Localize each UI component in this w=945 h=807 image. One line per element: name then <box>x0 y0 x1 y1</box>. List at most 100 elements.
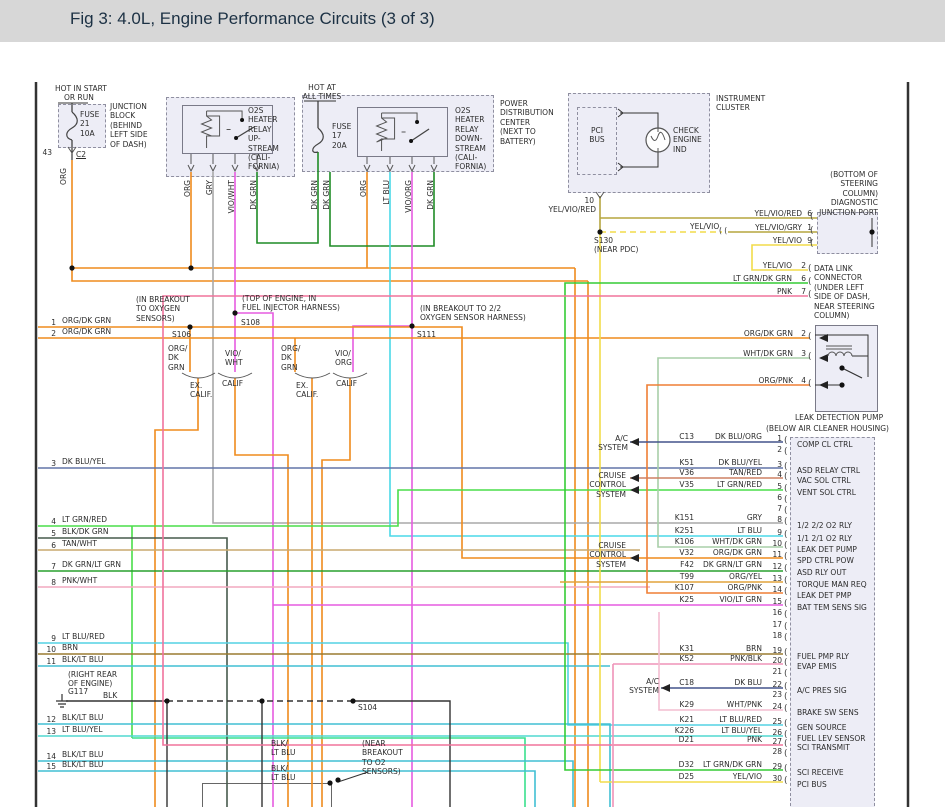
dlc-row-pin-number: 6 <box>801 274 806 283</box>
label: O2S HEATER RELAY DOWN- STREAM (CALI- FOR… <box>455 106 487 172</box>
left-row-number: 5 <box>51 529 56 538</box>
ground-icon <box>56 694 68 708</box>
ldp-row-wire-color: ORG/PNK <box>758 376 793 385</box>
label: DK GRN <box>426 180 435 210</box>
pin-bump-icon: ( <box>808 379 812 389</box>
pcm-circuit-code: D32 <box>678 760 694 769</box>
left-row-number: 6 <box>51 541 56 550</box>
pin-bump-icon: ( <box>784 472 788 482</box>
pin-bump-icon: ( <box>808 264 812 274</box>
brace <box>332 372 368 379</box>
label: CALIF <box>222 379 244 388</box>
pcm-circuit-code: K226 <box>674 726 694 735</box>
label: BLK/ LT BLU <box>271 764 296 783</box>
label: DK GRN <box>322 180 331 210</box>
label: FUSE 17 20A <box>332 122 352 150</box>
pcm-pin-number: 14 <box>772 585 782 594</box>
label: S108 <box>241 318 261 327</box>
pcm-wire-color: PNK/BLK <box>730 654 762 663</box>
left-row-wire-label: PNK/WHT <box>62 576 98 585</box>
pcm-circuit-code: K52 <box>679 654 694 663</box>
pcm-circuit-code: K21 <box>679 715 694 724</box>
pcm-function-label: BAT TEM SENS SIG <box>797 603 867 612</box>
pcm-pin-number: 1 <box>777 434 782 443</box>
wire <box>841 367 863 379</box>
label: VIO/WHT <box>227 180 236 214</box>
left-row-wire-label: BLK/LT BLU <box>62 713 104 722</box>
wire <box>38 760 574 807</box>
wire <box>352 325 412 372</box>
left-row-wire-label: ORG/DK GRN <box>62 316 112 325</box>
brace <box>217 372 253 379</box>
pcm-pin-number: 18 <box>772 631 782 640</box>
pin-bump-icon: ( <box>784 658 788 668</box>
djp-row-wire-color: YEL/VIO/GRY <box>755 223 802 232</box>
junction-dot <box>259 698 265 704</box>
pcm-pin-number: 13 <box>772 574 782 583</box>
pin-bump-icon: ( <box>784 610 788 620</box>
pin-bump-icon: ( <box>784 552 788 562</box>
dlc-row-wire-color: PNK <box>776 287 792 296</box>
pcm-circuit-code: T99 <box>679 572 694 581</box>
pcm-pin-number: 21 <box>772 667 782 676</box>
relay-contact <box>240 118 245 122</box>
label: 10 <box>584 196 594 205</box>
junction-dot <box>188 265 194 271</box>
wire <box>154 378 199 807</box>
label: LEAK DETECTION PUMP <box>795 413 884 422</box>
left-row-wire-label: BRN <box>62 643 78 652</box>
label: S106 <box>172 330 192 339</box>
label: CHECK ENGINE IND <box>673 126 702 154</box>
pcm-wire-color: LT BLU/YEL <box>721 726 762 735</box>
pin-bump-icon: ( <box>784 462 788 472</box>
pcm-circuit-code: K151 <box>674 513 694 522</box>
pcm-pin-number: 29 <box>772 762 782 771</box>
label: PCI BUS <box>589 126 605 145</box>
pcm-function-label: 1/2 2/2 O2 RLY <box>797 521 852 530</box>
label: VIO/ ORG <box>335 349 352 368</box>
pin-bump-icon: ( <box>784 495 788 505</box>
pcm-circuit-code: V36 <box>679 468 694 477</box>
label: S130 <box>594 236 614 245</box>
left-row-wire-label: BLK/LT BLU <box>62 655 104 664</box>
pcm-function-label: SPD CTRL POW <box>797 556 854 565</box>
connector-chevron-icon <box>386 164 394 173</box>
pcm-wire-color: LT BLU/RED <box>719 715 762 724</box>
fuse-icon <box>66 111 78 141</box>
junction-dot <box>69 265 75 271</box>
ldp-row-pin-number: 4 <box>801 376 806 385</box>
pcm-wire-color: DK BLU/YEL <box>718 458 762 467</box>
pcm-wire-color: YEL/VIO <box>732 772 762 781</box>
wire <box>658 612 783 711</box>
pin-bump-icon: ( <box>784 719 788 729</box>
label: GRY <box>205 180 214 196</box>
flow-arrow <box>661 684 670 692</box>
label: VIO/ WHT <box>225 349 243 368</box>
pcm-wire-color: DK GRN/LT GRN <box>703 560 762 569</box>
pcm-wire-color: WHT/PNK <box>726 700 762 709</box>
pcm-circuit-code: V35 <box>679 480 694 489</box>
pcm-circuit-code: K29 <box>679 700 694 709</box>
left-row-number: 2 <box>51 329 56 338</box>
pcm-function-label: LEAK DET PUMP <box>797 545 857 554</box>
label: LT BLU <box>382 180 391 205</box>
label: (NEAR BREAKOUT TO O2 SENSORS) <box>362 739 403 777</box>
pin-bump-icon: ( <box>784 669 788 679</box>
ldp-row-pin-number: 2 <box>801 329 806 338</box>
ldp-row-wire-color: ORG/DK GRN <box>743 329 793 338</box>
wire <box>71 268 588 282</box>
connector-chevron-icon <box>187 164 195 173</box>
flow-arrow <box>630 486 639 494</box>
junction-dot <box>187 324 193 330</box>
left-row-wire-label: LT GRN/RED <box>62 515 107 524</box>
relay-switch-icon <box>410 128 430 142</box>
label: 43 <box>42 148 52 157</box>
pin-bump-icon: ( <box>784 517 788 527</box>
pin-bump-icon: ( <box>808 290 812 300</box>
pcm-circuit-code: C18 <box>679 678 694 687</box>
pin-bump-icon: ( <box>784 682 788 692</box>
left-row-number: 7 <box>51 562 56 571</box>
relay-contact <box>415 120 420 124</box>
pcm-pin-number: 30 <box>772 774 782 783</box>
pin-bump-icon: ( <box>784 447 788 457</box>
